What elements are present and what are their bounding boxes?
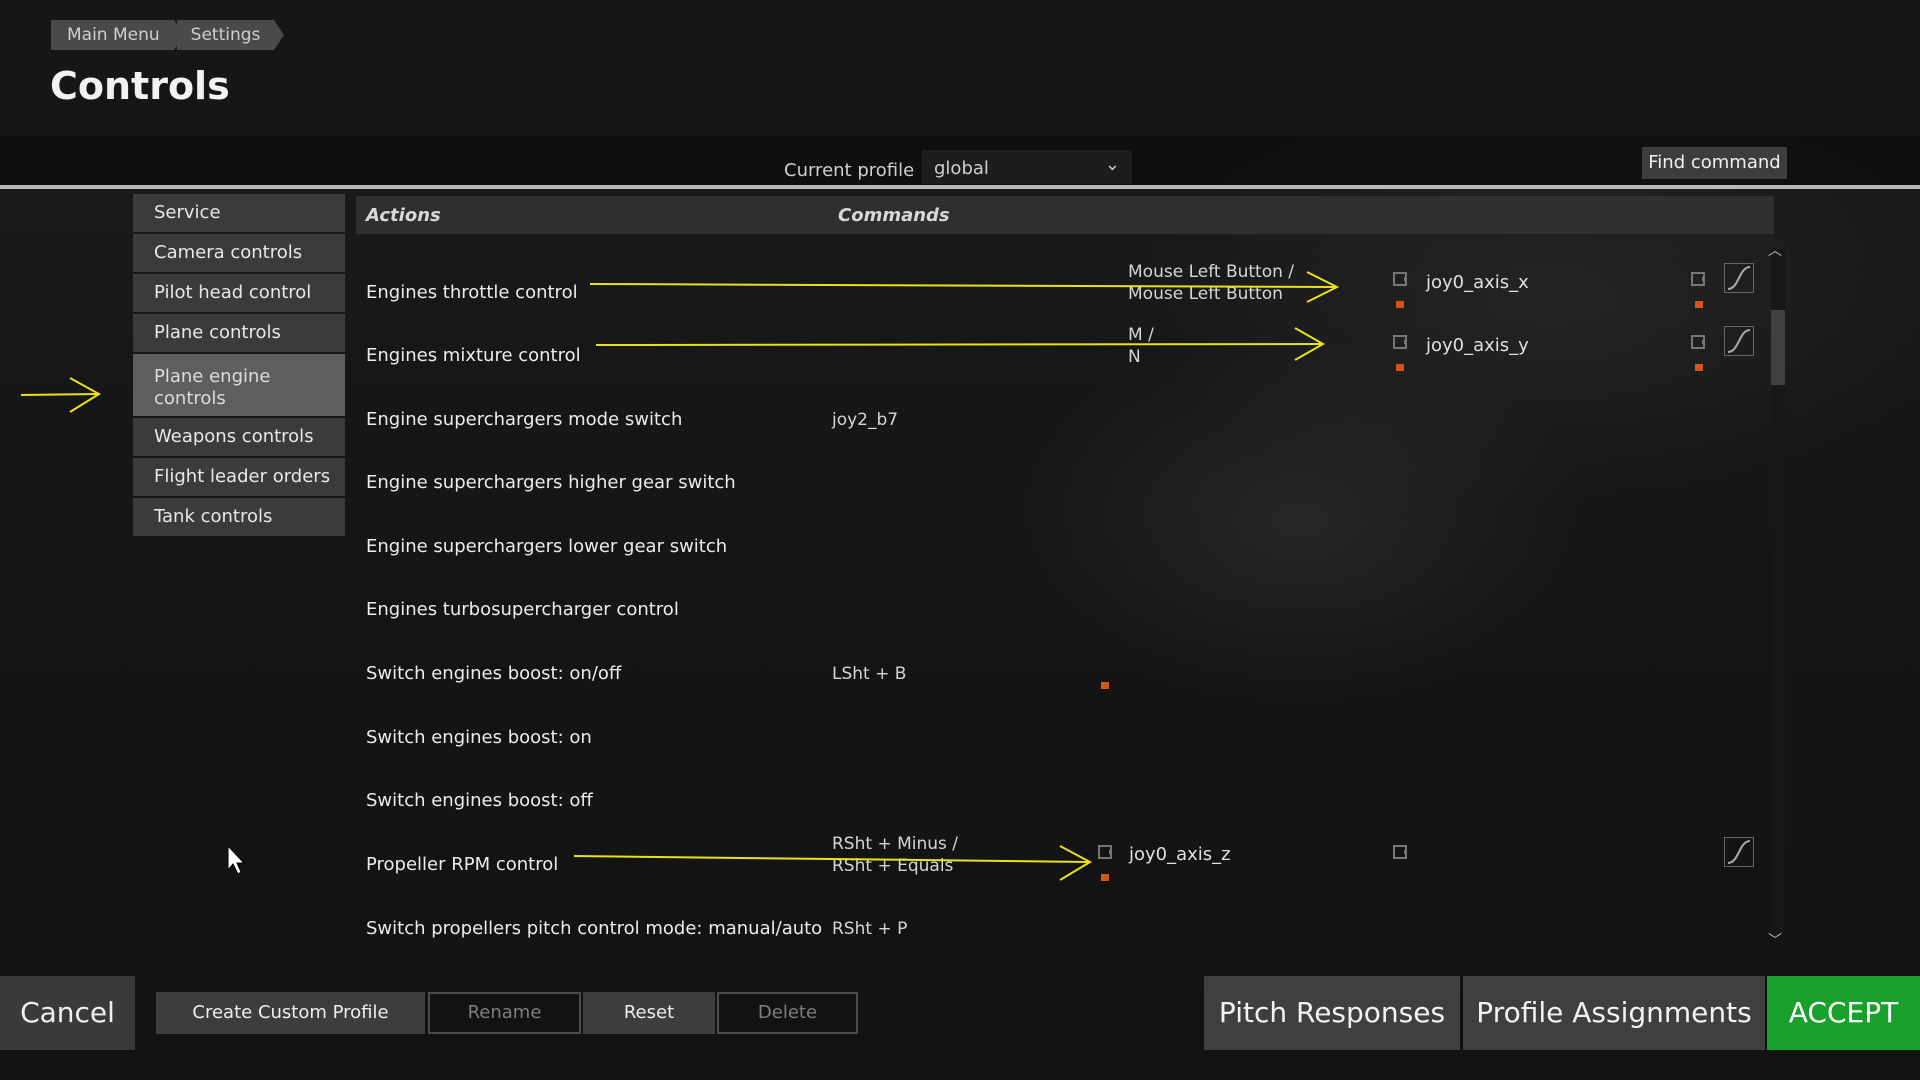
command-binding[interactable]: Mouse Left Button / Mouse Left Button <box>1128 261 1294 305</box>
header-divider <box>0 185 1920 189</box>
table-row[interactable]: Engine superchargers higher gear switch <box>366 458 1766 508</box>
table-row[interactable]: Engine superchargers lower gear switch <box>366 522 1766 572</box>
column-header-commands: Commands <box>838 205 950 226</box>
gamepad-icon[interactable] <box>1393 335 1407 349</box>
table-row[interactable]: Engines mixture control M / N joy0_axis_… <box>366 325 1766 381</box>
sidebar-item-pilot-head-control[interactable]: Pilot head control <box>133 274 345 312</box>
pitch-responses-button[interactable]: Pitch Responses <box>1204 976 1460 1050</box>
table-row[interactable]: Switch engines boost: on/off LSht + B <box>366 649 1766 699</box>
gamepad-icon[interactable] <box>1098 845 1112 859</box>
action-label: Switch propellers pitch control mode: ma… <box>366 918 823 939</box>
scroll-down-icon[interactable]: ﹀ <box>1768 930 1782 950</box>
binding-indicator-dot <box>1396 364 1404 371</box>
action-label: Engines turbosupercharger control <box>366 599 679 620</box>
action-label: Engines mixture control <box>366 345 581 366</box>
current-profile-label: Current profile <box>784 160 915 181</box>
profile-select[interactable]: global ⌄ <box>922 150 1132 184</box>
scrollbar-thumb[interactable] <box>1771 310 1785 385</box>
table-header: Actions Commands <box>356 196 1774 234</box>
breadcrumb: Main Menu Settings <box>51 20 285 50</box>
page-title: Controls <box>50 64 230 108</box>
breadcrumb-main-menu[interactable]: Main Menu <box>51 20 184 50</box>
response-curve-icon[interactable] <box>1724 326 1754 356</box>
action-label: Switch engines boost: on <box>366 727 592 748</box>
binding-indicator-dot <box>1396 301 1404 308</box>
profile-assignments-button[interactable]: Profile Assignments <box>1463 976 1765 1050</box>
command-binding[interactable]: RSht + P <box>832 918 907 940</box>
reset-button[interactable]: Reset <box>583 992 715 1034</box>
axis-binding[interactable]: joy0_axis_x <box>1426 272 1529 293</box>
delete-button[interactable]: Delete <box>717 992 858 1034</box>
sidebar-item-flight-leader-orders[interactable]: Flight leader orders <box>133 458 345 496</box>
command-binding[interactable]: LSht + B <box>832 663 906 685</box>
create-custom-profile-button[interactable]: Create Custom Profile <box>156 992 425 1034</box>
action-label: Switch engines boost: off <box>366 790 593 811</box>
breadcrumb-settings[interactable]: Settings <box>176 20 285 50</box>
gamepad-icon[interactable] <box>1691 272 1705 286</box>
sidebar-item-camera-controls[interactable]: Camera controls <box>133 234 345 272</box>
action-label: Engine superchargers lower gear switch <box>366 536 728 557</box>
table-row[interactable]: Switch propellers pitch control mode: ma… <box>366 904 1766 954</box>
gamepad-icon[interactable] <box>1393 845 1407 859</box>
command-binding[interactable]: joy2_b7 <box>832 409 898 431</box>
action-label: Switch engines boost: on/off <box>366 663 622 684</box>
action-label: Engines throttle control <box>366 282 578 303</box>
axis-binding[interactable]: joy0_axis_z <box>1129 844 1231 865</box>
table-row[interactable]: Propeller RPM control RSht + Minus / RSh… <box>366 834 1766 890</box>
table-row[interactable]: Engine superchargers mode switch joy2_b7 <box>366 395 1766 445</box>
axis-binding[interactable]: joy0_axis_y <box>1426 335 1529 356</box>
gamepad-icon[interactable] <box>1393 272 1407 286</box>
gamepad-icon[interactable] <box>1691 335 1705 349</box>
table-row[interactable]: Switch engines boost: on <box>366 713 1766 763</box>
find-command-button[interactable]: Find command <box>1642 147 1787 179</box>
binding-indicator-dot <box>1695 301 1703 308</box>
sidebar-item-plane-engine-controls[interactable]: Plane engine controls <box>133 354 345 416</box>
action-label: Engine superchargers mode switch <box>366 409 683 430</box>
top-header: Main Menu Settings Controls <box>0 0 1920 136</box>
category-sidebar: Service Camera controls Pilot head contr… <box>133 194 345 538</box>
command-binding[interactable]: RSht + Minus / RSht + Equals <box>832 833 958 877</box>
table-row[interactable]: Engines turbosupercharger control <box>366 585 1766 635</box>
profile-value: global <box>934 158 989 179</box>
chevron-down-icon: ⌄ <box>1104 154 1120 175</box>
rename-button[interactable]: Rename <box>428 992 581 1034</box>
binding-indicator-dot <box>1695 364 1703 371</box>
table-row[interactable]: Engines throttle control Mouse Left Butt… <box>366 262 1766 318</box>
binding-indicator-dot <box>1101 874 1109 881</box>
sidebar-item-tank-controls[interactable]: Tank controls <box>133 498 345 536</box>
command-binding[interactable]: M / N <box>1128 324 1154 368</box>
response-curve-icon[interactable] <box>1724 837 1754 867</box>
accept-button[interactable]: ACCEPT <box>1767 976 1920 1050</box>
column-header-actions: Actions <box>366 205 441 226</box>
table-row[interactable]: Switch engines boost: off <box>366 776 1766 826</box>
response-curve-icon[interactable] <box>1724 263 1754 293</box>
sidebar-item-service[interactable]: Service <box>133 194 345 232</box>
cancel-button[interactable]: Cancel <box>0 976 135 1050</box>
scroll-up-icon[interactable]: ︿ <box>1768 240 1782 260</box>
action-label: Propeller RPM control <box>366 854 559 875</box>
sidebar-item-weapons-controls[interactable]: Weapons controls <box>133 418 345 456</box>
action-label: Engine superchargers higher gear switch <box>366 472 736 493</box>
sidebar-item-plane-controls[interactable]: Plane controls <box>133 314 345 352</box>
binding-indicator-dot <box>1101 682 1109 689</box>
